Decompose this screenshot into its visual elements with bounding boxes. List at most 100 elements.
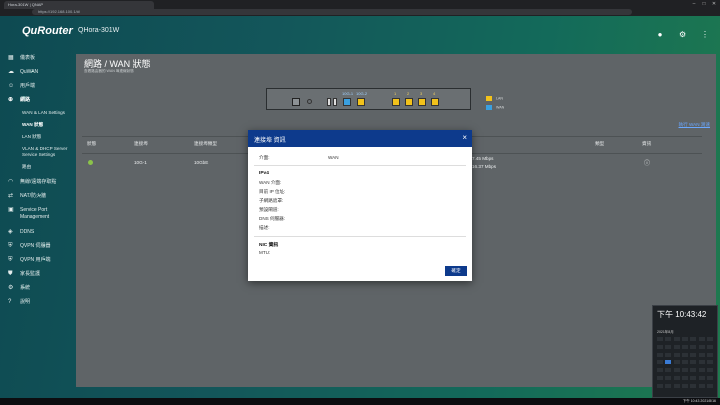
close-icon[interactable]: ✕ bbox=[710, 1, 718, 8]
calendar-day[interactable] bbox=[706, 344, 713, 349]
calendar-day[interactable] bbox=[657, 383, 663, 388]
calendar-day[interactable] bbox=[706, 360, 713, 365]
sidebar-item-service-port[interactable]: ▣ Service Port bbox=[8, 206, 47, 213]
calendar-day[interactable] bbox=[673, 352, 680, 357]
calendar-day[interactable] bbox=[665, 337, 672, 341]
calendar-day[interactable] bbox=[665, 352, 672, 357]
calendar-day[interactable] bbox=[706, 337, 713, 341]
calendar-day[interactable] bbox=[681, 376, 688, 380]
calendar-day[interactable] bbox=[673, 383, 680, 388]
sidebar-item-vlan-dhcp[interactable]: VLAN & DHCP Server bbox=[22, 146, 67, 151]
vpn-icon: ⛨ bbox=[8, 243, 13, 249]
browser-tab[interactable]: Hora-301W | QNAP bbox=[4, 1, 154, 9]
calendar-day[interactable] bbox=[690, 344, 697, 349]
info-icon[interactable]: ⓘ bbox=[644, 158, 650, 167]
calendar-day[interactable] bbox=[698, 383, 705, 388]
calendar-day[interactable] bbox=[690, 352, 697, 357]
minimize-icon[interactable]: – bbox=[690, 1, 698, 8]
th-status: 狀態 bbox=[87, 141, 97, 146]
sidebar-item-qvpn-client[interactable]: ⛨ QVPN 用戶端 ⌄ bbox=[8, 256, 51, 264]
port-10g2[interactable] bbox=[357, 98, 365, 106]
ok-button[interactable]: 確定 bbox=[445, 266, 467, 276]
calendar-day[interactable] bbox=[673, 344, 680, 349]
nic-heading: NIC 資訊 bbox=[259, 243, 279, 248]
taskbar-clock[interactable]: 下午 10:43 2021/8/16 bbox=[683, 399, 716, 404]
sidebar-item-nat[interactable]: ⇄ NAT/防火牆 ⌄ bbox=[8, 192, 46, 199]
sidebar-item-help[interactable]: ? 說明 bbox=[8, 298, 30, 305]
calendar-day[interactable] bbox=[673, 360, 680, 365]
sidebar-item-parental[interactable]: ⛊ 家長監護 bbox=[8, 270, 40, 278]
calendar-day[interactable] bbox=[681, 360, 688, 365]
calendar-day[interactable] bbox=[706, 383, 713, 388]
calendar-day[interactable] bbox=[657, 368, 663, 373]
maximize-icon[interactable]: □ bbox=[700, 1, 708, 8]
calendar-day[interactable] bbox=[673, 376, 680, 380]
sidebar-item-system[interactable]: ⚙ 系統 ⌄ bbox=[8, 284, 30, 291]
sidebar-item-ddns[interactable]: ◈ DDNS bbox=[8, 228, 34, 235]
usb-port-icon bbox=[327, 98, 331, 106]
close-icon[interactable]: × bbox=[462, 133, 467, 142]
calendar-day[interactable] bbox=[690, 376, 697, 380]
port-3[interactable] bbox=[418, 98, 426, 106]
calendar-day[interactable] bbox=[681, 352, 688, 357]
port-1[interactable] bbox=[392, 98, 400, 106]
calendar-day[interactable] bbox=[706, 352, 713, 357]
calendar-day[interactable] bbox=[690, 337, 697, 341]
calendar-day[interactable] bbox=[690, 368, 697, 373]
calendar-day[interactable] bbox=[698, 344, 705, 349]
field-dns: DNS 伺服器: bbox=[259, 216, 286, 221]
calendar-day[interactable] bbox=[657, 344, 663, 349]
port-10g1[interactable] bbox=[343, 98, 351, 106]
calendar-day[interactable] bbox=[681, 337, 688, 341]
calendar-day[interactable] bbox=[657, 352, 663, 357]
calendar-day[interactable] bbox=[673, 337, 680, 341]
account-icon[interactable]: ● bbox=[655, 30, 665, 40]
settings-icon[interactable]: ⚙ bbox=[678, 30, 688, 40]
calendar-day[interactable] bbox=[698, 376, 705, 380]
calendar-day[interactable] bbox=[665, 368, 672, 373]
clock-month: 2021年8月 bbox=[657, 330, 674, 334]
calendar-day[interactable] bbox=[690, 360, 697, 365]
sidebar: ▦ 儀表板 ☁ QuWAN ⌄ ☺ 用戶端 ⊕ 網路 ⌃ WAN & LAN Setting… bbox=[0, 48, 76, 405]
calendar-day[interactable] bbox=[706, 368, 713, 373]
sidebar-item-clients[interactable]: ☺ 用戶端 bbox=[8, 82, 35, 89]
address-bar[interactable]: https://192.168.100.1/#/ bbox=[32, 9, 632, 15]
calendar-day[interactable] bbox=[681, 383, 688, 388]
calendar-day[interactable] bbox=[665, 360, 672, 365]
calendar-day[interactable] bbox=[673, 368, 680, 373]
sidebar-item-network[interactable]: ⊕ 網路 ⌃ bbox=[8, 96, 30, 103]
calendar-day[interactable] bbox=[657, 360, 663, 365]
sidebar-item-wan-lan-settings[interactable]: WAN & LAN Settings bbox=[22, 110, 65, 115]
calendar-day[interactable] bbox=[698, 352, 705, 357]
port-4[interactable] bbox=[431, 98, 439, 106]
calendar-day[interactable] bbox=[665, 376, 672, 380]
calendar-day[interactable] bbox=[681, 344, 688, 349]
calendar-day[interactable] bbox=[698, 337, 705, 341]
dashboard-icon: ▦ bbox=[8, 55, 14, 61]
field-gateway: 預設閘道: bbox=[259, 207, 279, 212]
sidebar-item-dashboard[interactable]: ▦ 儀表板 bbox=[8, 54, 35, 61]
sidebar-item-wireless[interactable]: ◠ 無線/遠端存取點 bbox=[8, 178, 56, 185]
more-icon[interactable]: ⋮ bbox=[700, 30, 710, 40]
calendar-day[interactable] bbox=[698, 360, 705, 365]
sidebar-item-qvpn-server[interactable]: ⛨ QVPN 伺服器 ⌄ bbox=[8, 242, 51, 250]
calendar-day[interactable] bbox=[657, 376, 663, 380]
sidebar-item-lan-status[interactable]: LAN 狀態 bbox=[22, 134, 41, 140]
calendar-day[interactable] bbox=[690, 383, 697, 388]
calendar-day[interactable] bbox=[681, 368, 688, 373]
calendar-day[interactable] bbox=[657, 337, 663, 341]
calendar-day[interactable] bbox=[665, 344, 672, 349]
speed-test-link[interactable]: 執行 WAN 測速 bbox=[679, 122, 710, 128]
usb-port-icon bbox=[333, 98, 337, 106]
vpn-icon: ⛨ bbox=[8, 257, 13, 263]
chevron-down-icon: ⌄ bbox=[29, 68, 35, 74]
port-2[interactable] bbox=[405, 98, 413, 106]
calendar-grid[interactable] bbox=[657, 337, 715, 393]
sidebar-item-routing[interactable]: 路由 bbox=[22, 164, 31, 170]
calendar-day[interactable] bbox=[706, 376, 713, 380]
sidebar-item-wan-status[interactable]: WAN 狀態 bbox=[22, 122, 43, 128]
calendar-day[interactable] bbox=[665, 383, 672, 388]
system-icon: ⚙ bbox=[8, 285, 14, 291]
sidebar-item-quwan[interactable]: ☁ QuWAN ⌄ bbox=[8, 68, 38, 75]
calendar-day[interactable] bbox=[698, 368, 705, 373]
